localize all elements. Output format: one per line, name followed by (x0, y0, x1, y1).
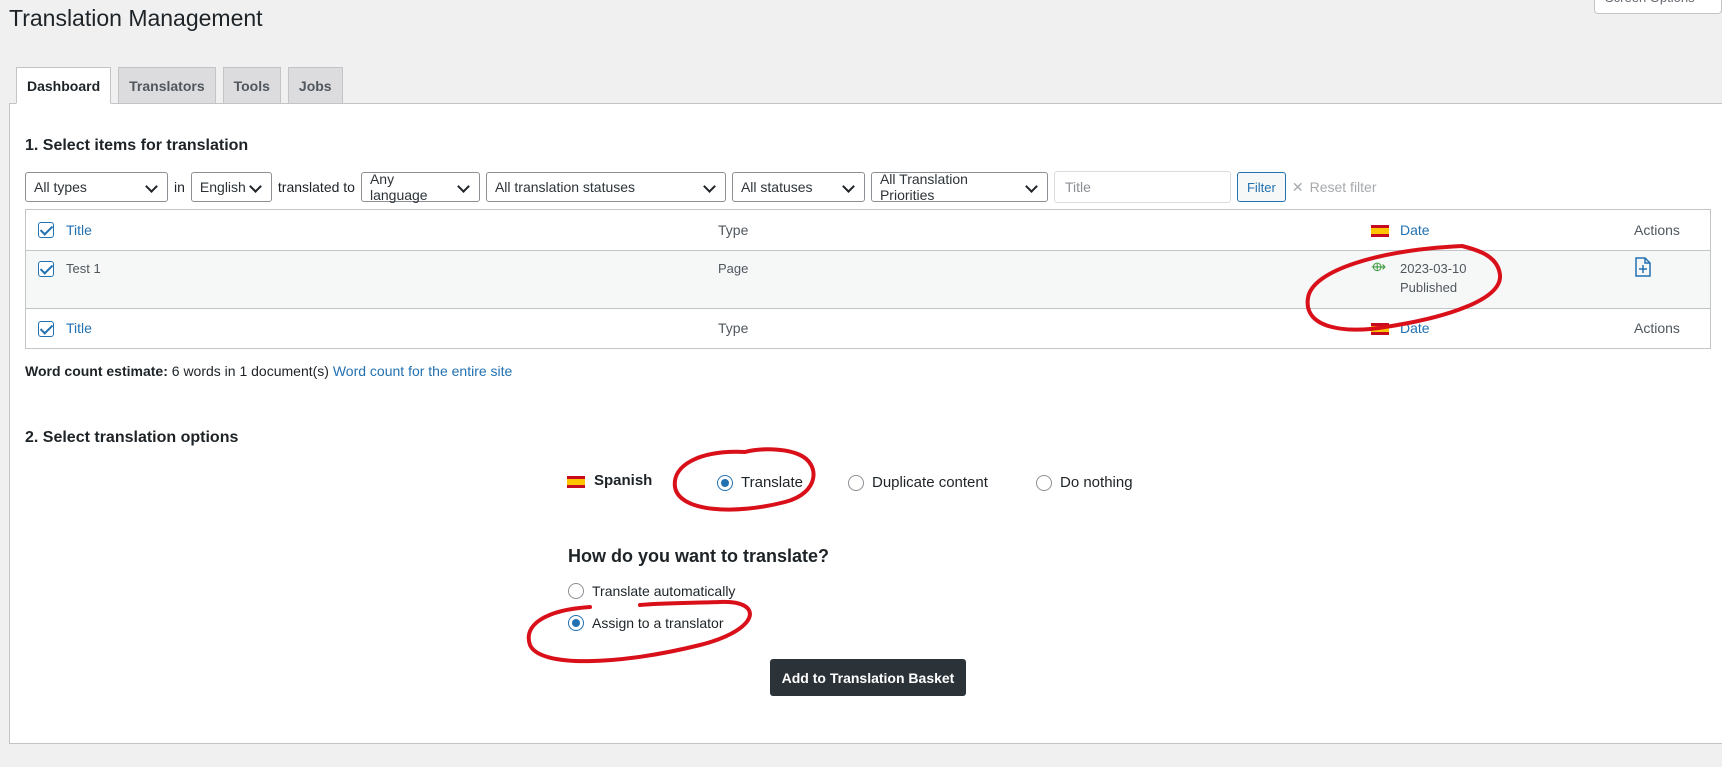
section-heading-translation-options: 2. Select translation options (25, 429, 239, 446)
in-label: in (174, 179, 185, 195)
translate-automatically-radio[interactable] (568, 583, 584, 599)
spanish-flag-icon (1371, 323, 1389, 335)
spanish-flag-icon (567, 476, 585, 488)
translate-option[interactable]: Translate (717, 474, 803, 491)
translate-option-label: Translate (741, 474, 803, 491)
filter-bar: All types in English translated to Any l… (25, 171, 1377, 203)
table-header-row: Title Type Date Actions (26, 210, 1710, 251)
do-nothing-option[interactable]: Do nothing (1036, 474, 1133, 491)
title-column-header[interactable]: Title (66, 222, 92, 238)
row-type: Page (718, 261, 749, 276)
word-count-estimate: Word count estimate: 6 words in 1 docume… (25, 363, 512, 379)
do-nothing-radio[interactable] (1036, 474, 1052, 491)
translate-automatically-option[interactable]: Translate automatically (568, 583, 735, 599)
date-column-footer[interactable]: Date (1400, 320, 1430, 336)
add-translation-icon[interactable] (1634, 257, 1652, 280)
translate-radio[interactable] (717, 474, 733, 491)
source-language-select[interactable]: English (190, 172, 272, 202)
actions-column-header: Actions (1634, 222, 1680, 238)
row-date: 2023-03-10 (1400, 261, 1467, 276)
select-all-checkbox[interactable] (38, 222, 54, 238)
reset-filter-link[interactable]: ✕ Reset filter (1292, 179, 1377, 196)
section-heading-select-items: 1. Select items for translation (25, 137, 249, 154)
add-to-translation-basket-button[interactable]: Add to Translation Basket (770, 659, 966, 696)
translation-status-icon: ⟴ (1371, 259, 1387, 274)
target-language-select[interactable]: Any language (360, 171, 480, 203)
tab-tools[interactable]: Tools (222, 67, 281, 104)
items-table: Title Type Date Actions Test 1 Page ⟴ 20… (25, 209, 1711, 349)
tab-translators[interactable]: Translators (118, 67, 216, 104)
assign-translator-option[interactable]: Assign to a translator (568, 615, 724, 631)
select-all-checkbox-footer[interactable] (38, 321, 54, 337)
page-title: Translation Management (9, 5, 263, 31)
row-checkbox[interactable] (38, 261, 54, 277)
assign-translator-radio[interactable] (568, 615, 584, 631)
priority-select[interactable]: All Translation Priorities (870, 171, 1048, 203)
word-count-value: 6 words in 1 document(s) (171, 363, 329, 379)
reset-filter-label: Reset filter (1309, 179, 1377, 195)
close-icon: ✕ (1291, 178, 1304, 195)
date-column-header[interactable]: Date (1400, 222, 1430, 238)
row-status: Published (1400, 280, 1458, 295)
translated-to-label: translated to (277, 179, 355, 195)
how-to-translate-heading: How do you want to translate? (568, 546, 830, 566)
table-row: Test 1 Page ⟴ 2023-03-10 Published (26, 251, 1710, 309)
assign-translator-label: Assign to a translator (592, 615, 724, 631)
title-search-input[interactable]: Title (1053, 171, 1231, 203)
table-footer-row: Title Type Date Actions (26, 309, 1710, 349)
word-count-site-link[interactable]: Word count for the entire site (333, 363, 513, 379)
language-name: Spanish (594, 472, 653, 489)
duplicate-radio[interactable] (848, 474, 864, 491)
duplicate-option[interactable]: Duplicate content (848, 474, 988, 491)
type-column-footer: Type (718, 320, 749, 336)
actions-column-footer: Actions (1634, 320, 1680, 336)
type-column-header: Type (718, 222, 749, 238)
duplicate-option-label: Duplicate content (872, 474, 988, 491)
word-count-label: Word count estimate: (25, 363, 168, 379)
translate-automatically-label: Translate automatically (592, 583, 736, 599)
nav-tabs: Dashboard Translators Tools Jobs (16, 67, 343, 104)
type-select[interactable]: All types (25, 172, 168, 202)
status-select[interactable]: All statuses (731, 172, 865, 202)
title-column-footer[interactable]: Title (66, 320, 92, 336)
tab-dashboard[interactable]: Dashboard (16, 67, 112, 104)
tab-jobs[interactable]: Jobs (287, 67, 343, 104)
spanish-flag-icon (1371, 225, 1389, 237)
screen-options-button[interactable]: Screen Options (1594, 0, 1722, 14)
do-nothing-option-label: Do nothing (1060, 474, 1133, 491)
translation-status-select[interactable]: All translation statuses (485, 172, 726, 202)
filter-button[interactable]: Filter (1236, 172, 1286, 202)
row-title: Test 1 (66, 261, 101, 276)
